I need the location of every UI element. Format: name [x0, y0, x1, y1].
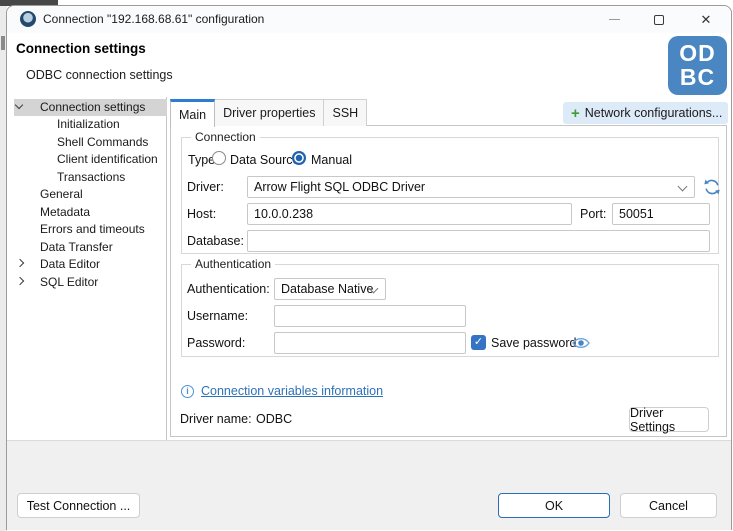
network-configurations-label: Network configurations...	[585, 106, 723, 120]
manual-radio-label[interactable]: Manual	[311, 153, 352, 167]
manual-radio[interactable]	[292, 151, 306, 165]
data-source-radio-label[interactable]: Data Source	[230, 153, 299, 167]
sidebar-item-metadata[interactable]: Metadata	[7, 204, 167, 221]
sidebar-item-errors-and-timeouts[interactable]: Errors and timeouts	[7, 221, 167, 238]
driver-select[interactable]: Arrow Flight SQL ODBC Driver	[247, 176, 695, 198]
sidebar-item-data-editor[interactable]: Data Editor	[7, 256, 167, 273]
driver-name-label: Driver name:	[180, 412, 252, 426]
sidebar-item-label: Data Transfer	[40, 240, 113, 254]
sidebar-item-transactions[interactable]: Transactions	[7, 169, 167, 186]
password-label: Password:	[187, 336, 245, 350]
info-icon-glyph: i	[186, 386, 189, 396]
driver-select-value: Arrow Flight SQL ODBC Driver	[254, 180, 425, 194]
tab-ssh[interactable]: SSH	[324, 99, 367, 126]
sidebar-item-shell-commands[interactable]: Shell Commands	[7, 134, 167, 151]
sidebar-item-general[interactable]: General	[7, 186, 167, 203]
connection-groupbox-legend: Connection	[191, 130, 260, 144]
maximize-icon	[654, 15, 664, 25]
cancel-button[interactable]: Cancel	[620, 493, 717, 518]
show-password-eye-icon[interactable]	[572, 336, 590, 350]
check-icon: ✓	[474, 336, 483, 348]
database-label: Database:	[187, 234, 244, 248]
tab-driver-properties[interactable]: Driver properties	[215, 99, 324, 126]
page-subtitle: ODBC connection settings	[26, 68, 173, 82]
password-input[interactable]	[274, 332, 466, 354]
sidebar-item-label: Initialization	[57, 117, 120, 131]
maximize-button[interactable]	[637, 6, 681, 33]
sidebar-item-label: Shell Commands	[57, 135, 148, 149]
close-button[interactable]: ✕	[684, 6, 728, 33]
authentication-select-value: Database Native	[281, 282, 373, 296]
sidebar-item-label: Errors and timeouts	[40, 222, 145, 236]
authentication-label: Authentication:	[187, 282, 270, 296]
port-input[interactable]	[612, 203, 710, 225]
sidebar-item-label: Client identification	[57, 152, 158, 166]
port-label: Port:	[580, 207, 606, 221]
sidebar-item-label: Transactions	[57, 170, 125, 184]
sidebar-item-label: SQL Editor	[40, 275, 98, 289]
network-configurations-button[interactable]: + Network configurations...	[563, 102, 728, 124]
sidebar-item-label: Connection settings	[40, 100, 145, 114]
username-label: Username:	[187, 309, 248, 323]
info-icon: i	[181, 385, 194, 398]
database-input[interactable]	[247, 230, 710, 252]
sidebar-item-label: Metadata	[40, 205, 90, 219]
host-label: Host:	[187, 207, 216, 221]
ok-button[interactable]: OK	[498, 493, 610, 518]
tab-bar: Main Driver properties SSH	[170, 99, 367, 126]
close-icon: ✕	[701, 12, 712, 28]
sidebar-item-data-transfer[interactable]: Data Transfer	[7, 239, 167, 256]
sidebar-item-client-identification[interactable]: Client identification	[7, 151, 167, 168]
minimize-icon	[609, 19, 620, 20]
refresh-drivers-icon[interactable]	[702, 177, 722, 197]
data-source-radio[interactable]	[212, 151, 226, 165]
username-input[interactable]	[274, 305, 466, 327]
sidebar-item-label: Data Editor	[40, 257, 100, 271]
odbc-logo: OD BC	[668, 36, 727, 95]
driver-name-value: ODBC	[256, 412, 292, 426]
screenshot-stage: Connection "192.168.68.61" configuration…	[0, 0, 733, 531]
test-connection-button[interactable]: Test Connection ...	[17, 493, 140, 518]
authentication-groupbox-legend: Authentication	[191, 257, 275, 271]
authentication-select[interactable]: Database Native	[274, 278, 386, 300]
driver-label: Driver:	[187, 180, 224, 194]
sidebar-item-initialization[interactable]: Initialization	[7, 116, 167, 133]
driver-settings-button[interactable]: Driver Settings	[629, 407, 709, 432]
chevron-down-icon	[678, 182, 688, 192]
settings-tree-sidebar: Connection settings Initialization Shell…	[7, 97, 167, 440]
connection-variables-link[interactable]: Connection variables information	[201, 384, 383, 398]
plus-icon: +	[571, 106, 580, 121]
odbc-logo-line2: BC	[668, 65, 727, 89]
window-title: Connection "192.168.68.61" configuration	[43, 6, 264, 33]
sidebar-item-label: General	[40, 187, 83, 201]
odbc-logo-line1: OD	[668, 41, 727, 65]
background-app-text-fragment	[1, 36, 5, 50]
host-input[interactable]	[247, 203, 572, 225]
sidebar-item-connection-settings[interactable]: Connection settings	[7, 99, 167, 116]
tab-main[interactable]: Main	[170, 99, 215, 127]
sidebar-item-sql-editor[interactable]: SQL Editor	[7, 274, 167, 291]
save-password-checkbox[interactable]: ✓	[471, 335, 486, 350]
dbeaver-app-icon	[20, 11, 36, 27]
minimize-button[interactable]	[592, 6, 636, 33]
save-password-label[interactable]: Save password	[491, 336, 576, 350]
page-title: Connection settings	[16, 41, 146, 56]
chevron-right-icon[interactable]	[16, 259, 24, 267]
chevron-right-icon[interactable]	[16, 277, 24, 285]
